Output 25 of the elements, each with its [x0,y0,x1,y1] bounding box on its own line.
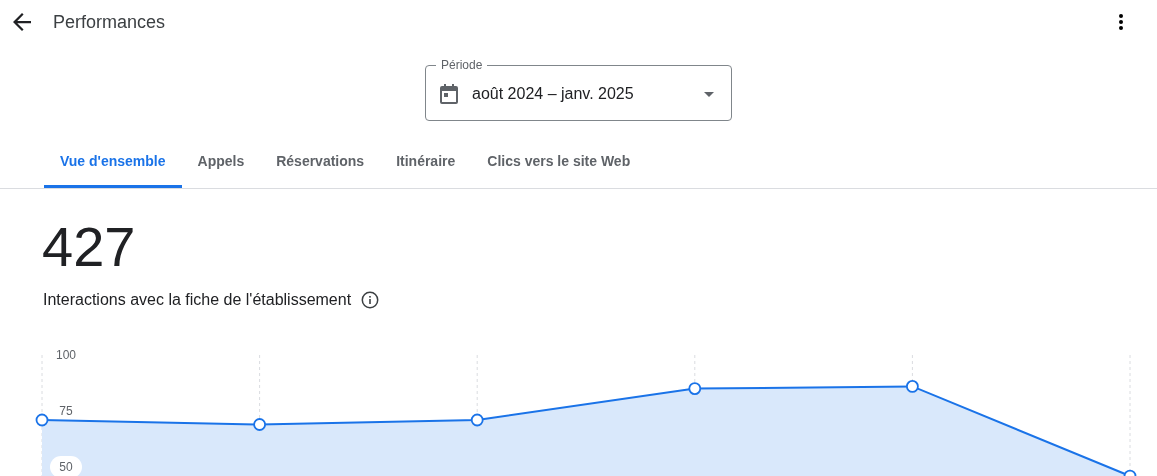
data-point[interactable] [35,413,49,427]
tab[interactable]: Itinéraire [380,141,472,188]
info-icon[interactable] [361,291,380,309]
data-point[interactable] [253,418,266,431]
data-point[interactable] [470,413,484,427]
tab[interactable]: Clics vers le site Web [471,141,647,188]
y-tick-label: 75 [59,404,73,419]
period-label: Période [440,58,484,72]
calendar-icon [440,84,458,104]
tab[interactable]: Vue d'ensemble [44,141,182,188]
more-menu-icon[interactable] [1119,14,1123,30]
tab[interactable]: Réservations [260,141,381,188]
y-tick-label: 100 [56,348,76,362]
data-point[interactable] [1123,469,1137,476]
interactions-total: 427 [41,214,137,279]
tab[interactable]: Appels [181,141,261,188]
page-title: Performances [53,11,166,33]
back-arrow-icon[interactable] [13,13,31,31]
interactions-label: Interactions avec la fiche de l'établissement [43,291,352,309]
data-point[interactable] [906,380,919,393]
data-point[interactable] [688,382,702,395]
y-tick-label: 50 [59,460,73,475]
dropdown-caret-icon [704,91,714,97]
period-value: août 2024 – janv. 2025 [472,85,634,103]
period-dropdown[interactable]: Période août 2024 – janv. 2025 [425,58,732,121]
